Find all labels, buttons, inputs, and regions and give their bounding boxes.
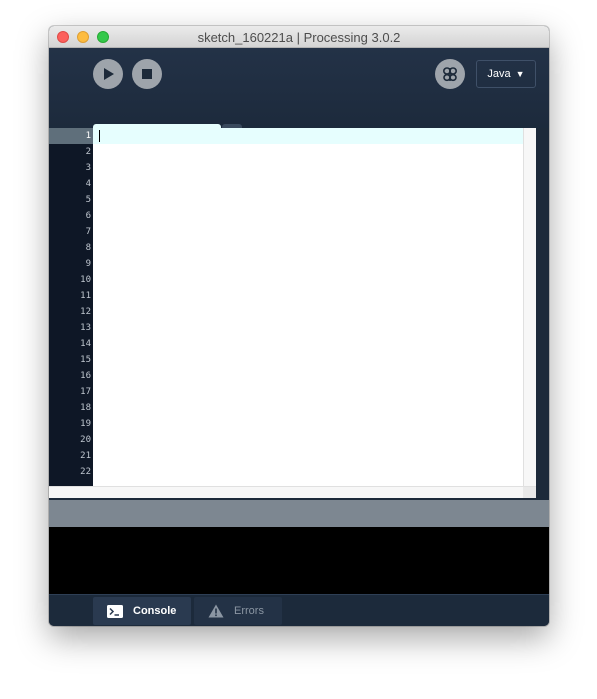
mode-selector[interactable]: Java ▼ [476, 60, 536, 88]
processing-window: sketch_160221a | Processing 3.0.2 Java ▼… [49, 26, 549, 626]
line-number: 7 [85, 227, 91, 237]
console-splitter[interactable] [49, 500, 549, 527]
line-number: 9 [85, 259, 91, 269]
line-number: 20 [80, 435, 91, 445]
line-number: 1 [49, 128, 93, 144]
line-number: 18 [80, 403, 91, 413]
scrollbar-corner [523, 487, 536, 498]
line-number: 11 [80, 291, 91, 301]
line-number: 22 [80, 467, 91, 477]
title-bar[interactable]: sketch_160221a | Processing 3.0.2 [49, 26, 549, 48]
console-icon [107, 604, 123, 618]
chevron-down-icon: ▼ [515, 69, 525, 79]
tab-errors[interactable]: Errors [194, 597, 282, 625]
line-number: 5 [85, 195, 91, 205]
butterfly-debugger-icon [442, 67, 458, 82]
code-editor[interactable] [93, 128, 523, 486]
line-number: 14 [80, 339, 91, 349]
play-icon [104, 68, 114, 80]
window-title: sketch_160221a | Processing 3.0.2 [197, 30, 401, 45]
line-number: 3 [85, 163, 91, 173]
current-line-highlight [93, 128, 523, 144]
tab-console[interactable]: Console [93, 597, 191, 625]
line-number-gutter: 1 2 3 4 5 6 7 8 9 10 11 12 13 14 15 16 1… [49, 128, 93, 486]
console-output-area[interactable] [49, 527, 549, 594]
warning-icon [208, 604, 224, 618]
stop-icon [142, 69, 152, 79]
line-number: 2 [85, 147, 91, 157]
line-number: 21 [80, 451, 91, 461]
line-number: 6 [85, 211, 91, 221]
line-number: 17 [80, 387, 91, 397]
footer-bar: Console Errors [49, 594, 549, 626]
mode-label: Java [487, 68, 511, 80]
console-tab-label: Console [133, 605, 177, 617]
line-number: 19 [80, 419, 91, 429]
line-number: 15 [80, 355, 91, 365]
debug-button[interactable] [435, 59, 465, 89]
horizontal-scrollbar[interactable] [49, 486, 536, 498]
editor-right-margin [536, 128, 549, 498]
text-caret [99, 130, 100, 142]
line-number: 8 [85, 243, 91, 253]
vertical-scrollbar[interactable] [523, 128, 536, 486]
line-number: 16 [80, 371, 91, 381]
run-button[interactable] [93, 59, 123, 89]
line-number: 12 [80, 307, 91, 317]
line-number: 13 [80, 323, 91, 333]
line-number: 10 [80, 275, 91, 285]
errors-tab-label: Errors [234, 605, 264, 617]
line-number: 4 [85, 179, 91, 189]
stop-button[interactable] [132, 59, 162, 89]
